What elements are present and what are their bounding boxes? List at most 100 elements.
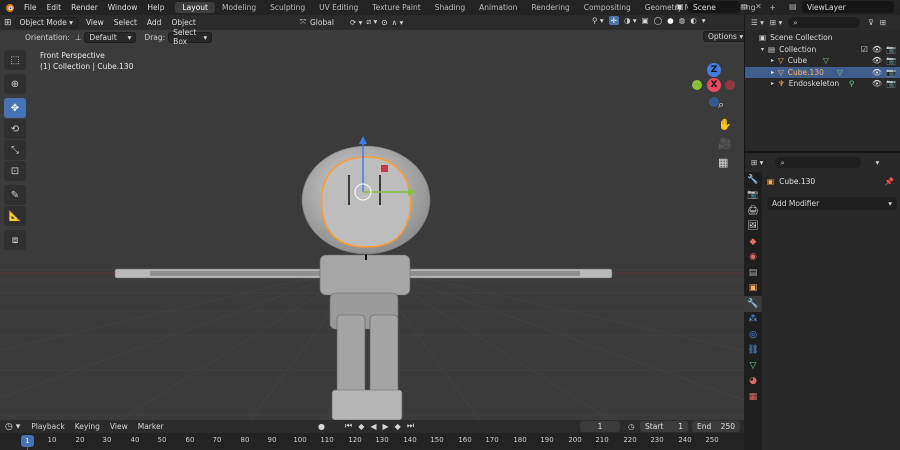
- display-mode-icon[interactable]: ⊞ ▾: [770, 18, 782, 27]
- add-modifier-dropdown[interactable]: Add Modifier ▾: [767, 197, 897, 210]
- new-collection-icon[interactable]: ⊞: [880, 18, 886, 27]
- next-keyframe-icon[interactable]: ◆: [395, 422, 401, 431]
- modifier-tab-icon[interactable]: 🔧: [744, 296, 762, 312]
- timeline-editor-icon[interactable]: ◷ ▾: [5, 422, 20, 432]
- gizmo-toggle-icon[interactable]: ✛: [608, 16, 619, 25]
- physics-tab-icon[interactable]: ◎: [744, 327, 762, 343]
- scene-selector[interactable]: Scene: [688, 1, 740, 13]
- output-tab-icon[interactable]: 🖨: [744, 203, 762, 219]
- render-tab-icon[interactable]: 📷: [744, 188, 762, 204]
- menu-edit[interactable]: Edit: [42, 3, 67, 12]
- xray-icon[interactable]: ▣: [642, 16, 649, 25]
- current-frame-field[interactable]: 1: [580, 421, 620, 432]
- tab-sculpting[interactable]: Sculpting: [263, 2, 312, 13]
- tab-uv-editing[interactable]: UV Editing: [312, 2, 365, 13]
- eye-icon[interactable]: 👁: [872, 68, 882, 77]
- camera-icon[interactable]: 📷: [886, 79, 896, 88]
- object-mode-dropdown[interactable]: Object Mode ▾: [14, 17, 78, 28]
- snap-icon[interactable]: ⧄ ▾: [366, 17, 377, 27]
- transform-orientation-dropdown[interactable]: Global: [310, 18, 334, 27]
- proportional-edit-icon[interactable]: ⊙: [381, 18, 387, 27]
- gizmo-z-axis[interactable]: Z: [707, 63, 721, 77]
- collection-tab-icon[interactable]: ▤: [744, 265, 762, 281]
- scale-tool-icon[interactable]: ⤡: [4, 140, 26, 160]
- outliner-item-cube-130[interactable]: ▸ ▽ Cube.130 ▽ 👁 📷: [745, 66, 900, 78]
- properties-editor-icon[interactable]: ⊞ ▾: [751, 158, 763, 167]
- blender-logo-icon[interactable]: [5, 3, 15, 13]
- object-tab-icon[interactable]: ▣: [744, 281, 762, 297]
- outliner-item-endoskeleton[interactable]: ▸ ♆ Endoskeleton ⚲ 👁 📷: [745, 78, 900, 90]
- outliner-editor-icon[interactable]: ☰ ▾: [751, 18, 764, 27]
- tab-layout[interactable]: Layout: [175, 2, 215, 13]
- menu-help[interactable]: Help: [142, 3, 169, 12]
- transform-tool-icon[interactable]: ⊡: [4, 161, 26, 181]
- jump-end-icon[interactable]: ⏭: [407, 421, 414, 431]
- camera-icon[interactable]: 📷: [886, 56, 896, 65]
- record-icon[interactable]: ●: [318, 422, 325, 431]
- preview-range-icon[interactable]: ◷: [628, 422, 635, 431]
- timeline-ruler[interactable]: 1 10 20 30 40 50 60 70 80 90 100 110 120…: [0, 433, 744, 450]
- playhead[interactable]: 1: [21, 435, 34, 447]
- move-tool-icon[interactable]: ✥: [4, 98, 26, 118]
- delete-scene-icon[interactable]: ✕: [755, 2, 762, 11]
- view-layer-tab-icon[interactable]: 🖼: [744, 219, 762, 235]
- add-cube-tool-icon[interactable]: ⧈: [4, 230, 26, 250]
- solid-shading-icon[interactable]: ●: [667, 16, 674, 25]
- outliner-search-input[interactable]: ⌕: [788, 17, 861, 28]
- expand-arrow-icon[interactable]: ▸: [771, 69, 774, 76]
- eye-icon[interactable]: 👁: [872, 45, 882, 54]
- menu-marker[interactable]: Marker: [133, 422, 169, 431]
- pivot-icon[interactable]: ⟳ ▾: [350, 18, 362, 27]
- tab-modeling[interactable]: Modeling: [215, 2, 263, 13]
- orientation-dropdown[interactable]: Default ▾: [84, 31, 137, 43]
- rendered-shading-icon[interactable]: ◐: [690, 16, 697, 25]
- eye-icon[interactable]: 👁: [872, 79, 882, 88]
- measure-tool-icon[interactable]: 📐: [4, 206, 26, 226]
- annotate-tool-icon[interactable]: ✎: [4, 185, 26, 205]
- drag-dropdown[interactable]: Select Box ▾: [168, 28, 213, 46]
- perspective-toggle-icon[interactable]: ▦: [718, 156, 732, 169]
- select-box-tool-icon[interactable]: ⬚: [4, 50, 26, 70]
- view-layer-selector[interactable]: ViewLayer: [802, 1, 894, 13]
- properties-search-input[interactable]: ⌕: [775, 157, 862, 168]
- add-workspace-button[interactable]: +: [762, 2, 782, 13]
- menu-view[interactable]: View: [81, 18, 109, 27]
- rotate-tool-icon[interactable]: ⟲: [4, 119, 26, 139]
- texture-tab-icon[interactable]: ▦: [744, 389, 762, 405]
- world-tab-icon[interactable]: ◉: [744, 250, 762, 266]
- tab-compositing[interactable]: Compositing: [577, 2, 638, 13]
- properties-options-icon[interactable]: ▾: [875, 158, 879, 167]
- pin-icon[interactable]: 📌: [885, 177, 894, 186]
- start-frame-field[interactable]: Start 1: [640, 421, 688, 432]
- 3d-viewport[interactable]: ⊞ Object Mode ▾ View Select Add Object ⤧…: [0, 15, 744, 420]
- jump-start-icon[interactable]: ⏮: [345, 421, 352, 431]
- menu-render[interactable]: Render: [66, 3, 103, 12]
- expand-arrow-icon[interactable]: ▸: [771, 57, 774, 64]
- outliner-item-cube[interactable]: ▸ ▽ Cube ▽ 👁 📷: [745, 55, 900, 67]
- material-shading-icon[interactable]: ◍: [679, 16, 686, 25]
- checkbox-icon[interactable]: ☑: [861, 45, 868, 54]
- menu-keying[interactable]: Keying: [70, 422, 105, 431]
- outliner-collection-row[interactable]: ▾ ▤ Collection ☑ 👁 📷: [745, 44, 900, 56]
- menu-add[interactable]: Add: [142, 18, 167, 27]
- visibility-icon[interactable]: ⚲ ▾: [592, 16, 604, 25]
- play-icon[interactable]: ▶: [383, 422, 389, 431]
- gizmo-neg-x-icon[interactable]: [725, 80, 735, 90]
- zoom-icon[interactable]: ⌕: [718, 98, 732, 112]
- outliner-scene-collection-row[interactable]: ▣ Scene Collection: [745, 32, 900, 44]
- orientation-icon[interactable]: ⤧: [300, 17, 306, 27]
- end-frame-field[interactable]: End 250: [692, 421, 740, 432]
- tool-tab-icon[interactable]: 🔧: [744, 172, 762, 188]
- wireframe-shading-icon[interactable]: ◯: [654, 16, 662, 25]
- filter-icon[interactable]: ⊽: [868, 18, 874, 27]
- falloff-icon[interactable]: ∧ ▾: [392, 18, 404, 27]
- scene-tab-icon[interactable]: ◆: [744, 234, 762, 250]
- menu-object[interactable]: Object: [166, 18, 200, 27]
- constraints-tab-icon[interactable]: ⛓: [744, 343, 762, 359]
- expand-arrow-icon[interactable]: ▸: [771, 80, 774, 87]
- editor-type-icon[interactable]: ⊞: [4, 18, 12, 28]
- overlay-icon[interactable]: ◑ ▾: [624, 16, 637, 25]
- pan-hand-icon[interactable]: ✋: [718, 118, 732, 131]
- gizmo-x-axis[interactable]: X: [707, 78, 721, 92]
- play-reverse-icon[interactable]: ◀: [370, 422, 376, 431]
